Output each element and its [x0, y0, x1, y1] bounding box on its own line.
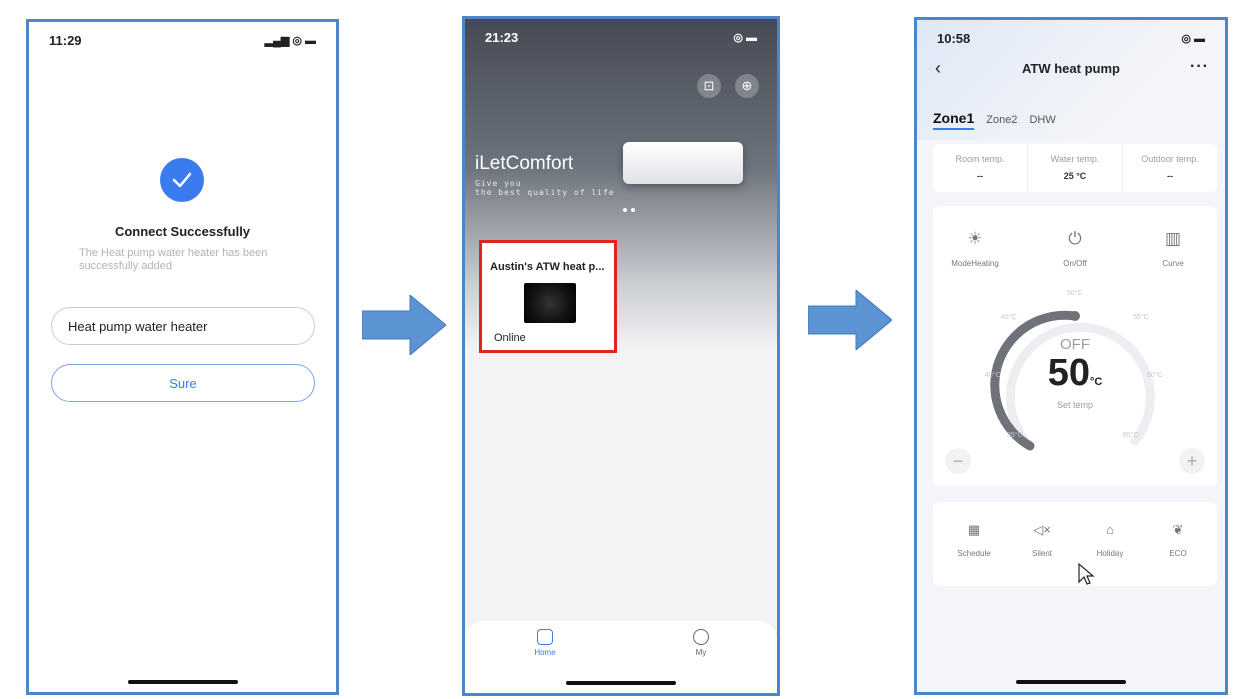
curve-control[interactable]: ▥ Curve: [1133, 226, 1213, 268]
suitcase-icon: ⌂: [1106, 522, 1114, 537]
mode-label: Holiday: [1096, 549, 1124, 558]
temp-label: Outdoor temp.: [1141, 154, 1199, 164]
home-indicator: [127, 680, 238, 684]
status-bar: 10:58 ◎ ▬: [917, 20, 1225, 56]
zone-tabs: Zone1 Zone2 DHW: [933, 110, 1056, 130]
home-indicator: [1016, 680, 1126, 684]
dial-tick: 55°C: [1133, 314, 1149, 321]
control-label: ModeHeating: [951, 259, 999, 268]
temp-value: --: [1167, 171, 1173, 181]
device-card[interactable]: Austin's ATW heat p... Online: [479, 240, 617, 353]
tab-home-label: Home: [534, 648, 556, 657]
phone-device-control: 10:58 ◎ ▬ ‹ ATW heat pump ··· Zone1 Zone…: [914, 17, 1228, 695]
heat-pump-image: [524, 283, 576, 323]
tutorial-stage: 11:29 ▂▄▆ ◎ ▬ Connect Successfully The H…: [0, 0, 1253, 699]
tab-zone1[interactable]: Zone1: [933, 110, 975, 130]
page-title: ATW heat pump: [1022, 61, 1120, 76]
status-icons: ▂▄▆ ◎ ▬: [264, 34, 316, 47]
brand-name: iLetComfort: [475, 153, 574, 174]
temperature-card: Room temp. -- Water temp. 25 °C Outdoor …: [933, 144, 1217, 192]
tagline-line-1: Give you: [475, 179, 522, 188]
phone-home: 21:23 ◎ ▬ ⊡ ⊕ iLetComfort Give you the b…: [462, 16, 780, 696]
calendar-icon: ▦: [967, 522, 981, 537]
tab-my-label: My: [695, 648, 707, 657]
status-bar: 21:23 ◎ ▬: [465, 19, 777, 55]
schedule-mode[interactable]: ▦ Schedule: [939, 520, 1009, 558]
tagline-line-2: the best quality of life: [475, 188, 615, 197]
tab-home[interactable]: Home: [525, 629, 565, 657]
home-indicator: [566, 681, 676, 685]
status-icons: ◎ ▬: [1181, 32, 1205, 45]
holiday-mode[interactable]: ⌂ Holiday: [1075, 520, 1145, 558]
increase-temp-button[interactable]: +: [1179, 448, 1205, 474]
device-card-name: Austin's ATW heat p...: [490, 261, 605, 273]
status-icons: ◎ ▬: [733, 31, 757, 44]
room-temp: Room temp. --: [933, 144, 1028, 192]
eco-mode[interactable]: ❦ ECO: [1143, 520, 1213, 558]
sun-icon: ☀: [967, 229, 983, 248]
chart-icon: ▥: [1164, 229, 1182, 248]
set-temp-label: Set temp: [1056, 400, 1094, 410]
air-conditioner-image: [623, 142, 743, 184]
status-time: 11:29: [49, 32, 82, 48]
mode-label: Silent: [1031, 549, 1052, 558]
decrease-temp-button[interactable]: −: [945, 448, 971, 474]
dial-tick: 50°C: [1067, 290, 1083, 297]
temp-label: Room temp.: [955, 154, 1005, 164]
success-subtitle: The Heat pump water heater has been succ…: [79, 247, 268, 272]
temp-value: 25 °C: [1063, 171, 1087, 181]
smile-icon: [693, 629, 709, 645]
outdoor-temp: Outdoor temp. --: [1123, 144, 1217, 192]
status-time: 10:58: [937, 30, 971, 46]
mode-label: Schedule: [957, 549, 991, 558]
mode-label: ECO: [1169, 549, 1187, 558]
status-bar: 11:29 ▂▄▆ ◎ ▬: [29, 22, 336, 58]
set-temp-number: 50: [1047, 352, 1090, 394]
more-icon[interactable]: ···: [1190, 58, 1209, 76]
mode-card: ▦ Schedule ◁× Silent ⌂ Holiday ❦ ECO: [933, 502, 1217, 586]
mouse-cursor-icon: [1078, 562, 1095, 585]
power-icon: ⏻: [1068, 229, 1082, 248]
status-time: 21:23: [485, 29, 519, 45]
dial-tick: 35°C: [1007, 432, 1023, 439]
control-label: On/Off: [1063, 259, 1087, 268]
home-icon: [537, 629, 553, 645]
right-arrow-icon: [362, 295, 446, 355]
silent-mode[interactable]: ◁× Silent: [1007, 520, 1077, 558]
scan-icon[interactable]: ⊡: [697, 74, 721, 98]
dial-tick: 45°C: [1001, 314, 1017, 321]
set-temp-value: 50°C: [933, 352, 1217, 395]
tab-zone2[interactable]: Zone2: [986, 114, 1017, 126]
control-card: ☀ ModeHeating ⏻ On/Off ▥ Curve 45°C 50°C…: [933, 206, 1217, 486]
leaf-icon: ❦: [1172, 522, 1184, 537]
temp-label: Water temp.: [1050, 154, 1100, 164]
power-control[interactable]: ⏻ On/Off: [1035, 226, 1115, 268]
dial-tick: 65°C: [1123, 432, 1139, 439]
control-label: Curve: [1162, 259, 1184, 268]
device-card-status: Online: [494, 332, 526, 344]
sure-button[interactable]: Sure: [51, 364, 315, 402]
water-temp: Water temp. 25 °C: [1028, 144, 1123, 192]
set-temp-unit: °C: [1089, 376, 1103, 388]
brand-tagline: Give you the best quality of life: [475, 179, 615, 197]
temp-value: --: [977, 171, 983, 181]
mode-control[interactable]: ☀ ModeHeating: [935, 226, 1015, 268]
tab-my[interactable]: My: [681, 629, 721, 657]
tab-dhw[interactable]: DHW: [1029, 114, 1055, 126]
carousel-dots: [623, 208, 635, 212]
success-title: Connect Successfully: [114, 224, 251, 239]
check-icon: [160, 158, 204, 202]
phone-connect-success: 11:29 ▂▄▆ ◎ ▬ Connect Successfully The H…: [26, 19, 339, 695]
device-name-input[interactable]: Heat pump water heater: [51, 307, 315, 345]
power-state: OFF: [1060, 336, 1090, 353]
mute-icon: ◁×: [1033, 522, 1051, 537]
add-device-icon[interactable]: ⊕: [735, 74, 759, 98]
right-arrow-icon: [808, 290, 892, 350]
